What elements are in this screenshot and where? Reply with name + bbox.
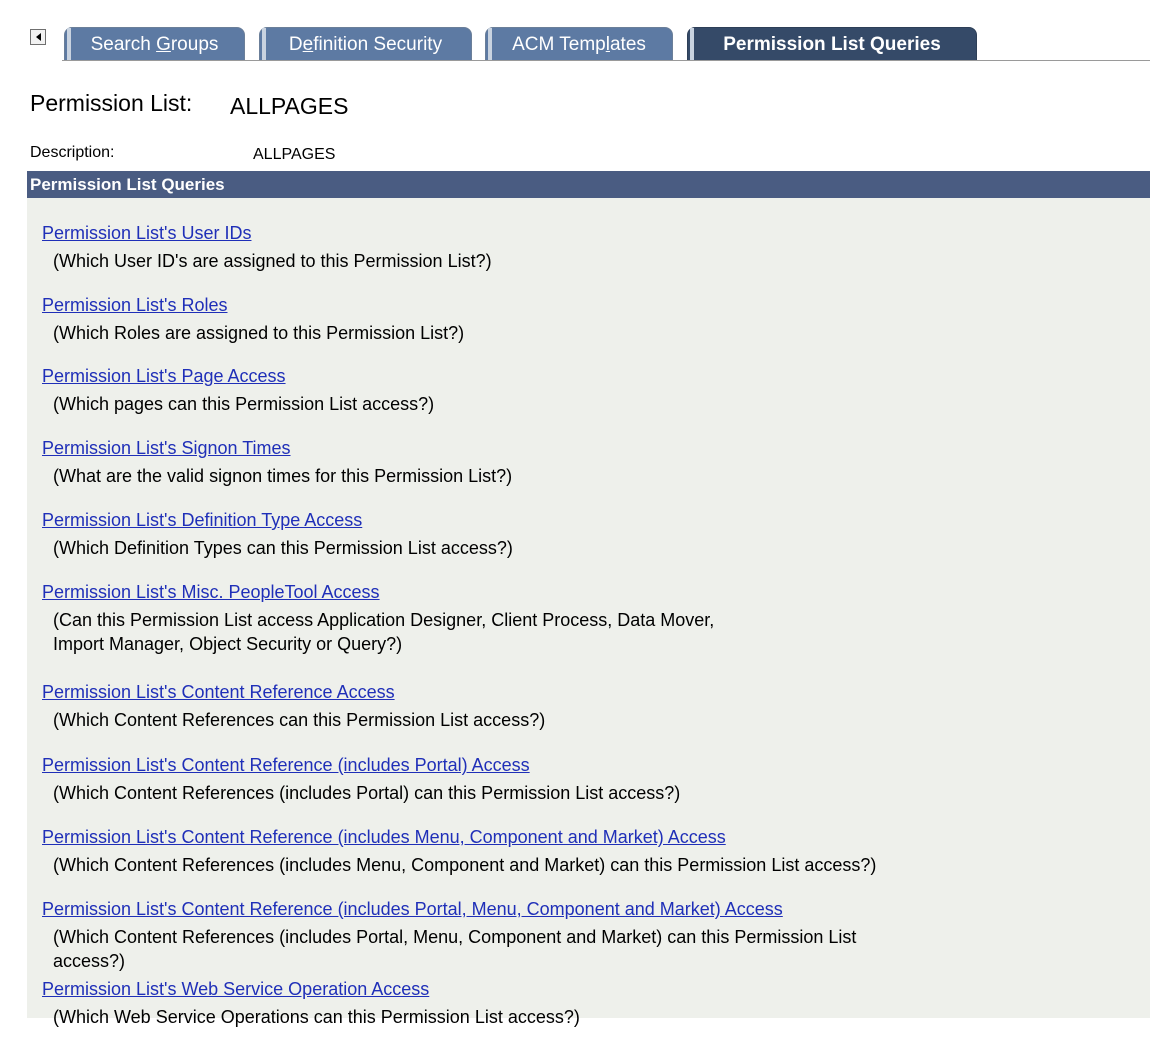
arrow-left-icon xyxy=(35,33,41,41)
query-link-user-ids[interactable]: Permission List's User IDs xyxy=(42,223,251,244)
query-description: (Which Content References can this Permi… xyxy=(53,710,546,730)
query-link-misc-peopletool-access[interactable]: Permission List's Misc. PeopleTool Acces… xyxy=(42,582,380,603)
tab-notch xyxy=(690,28,694,61)
query-link-signon-times[interactable]: Permission List's Signon Times xyxy=(42,438,291,459)
query-description: (Which Roles are assigned to this Permis… xyxy=(53,323,465,343)
query-description: (Can this Permission List access Applica… xyxy=(53,610,715,654)
tab-definition-security[interactable]: Definition Security xyxy=(259,27,472,61)
query-description: (Which pages can this Permission List ac… xyxy=(53,394,435,414)
grid-header: Permission List Queries xyxy=(27,171,1150,198)
tab-label: Search Groups xyxy=(90,33,219,55)
tab-label: Definition Security xyxy=(288,33,443,55)
query-link-web-service-operation-access[interactable]: Permission List's Web Service Operation … xyxy=(42,979,429,1000)
query-description: (Which Content References (includes Port… xyxy=(53,783,681,803)
query-link-page-access[interactable]: Permission List's Page Access xyxy=(42,366,286,387)
query-link-content-reference-access[interactable]: Permission List's Content Reference Acce… xyxy=(42,682,395,703)
tab-baseline xyxy=(62,60,1150,61)
query-description: (Which Content References (includes Port… xyxy=(53,927,857,971)
tab-label: Permission List Queries xyxy=(723,33,941,55)
query-description: (Which Web Service Operations can this P… xyxy=(53,1007,580,1027)
scroll-left-button[interactable] xyxy=(30,29,46,45)
query-description: (What are the valid signon times for thi… xyxy=(53,466,513,486)
tab-notch xyxy=(488,28,492,61)
tab-search-groups[interactable]: Search Groups xyxy=(64,27,245,61)
query-link-content-reference-portal[interactable]: Permission List's Content Reference (inc… xyxy=(42,755,530,776)
permission-list-value: ALLPAGES xyxy=(230,93,349,119)
tab-acm-templates[interactable]: ACM Templates xyxy=(485,27,673,61)
tab-permission-list-queries[interactable]: Permission List Queries xyxy=(687,27,977,61)
tab-bar: Search Groups Definition Security ACM Te… xyxy=(0,0,1150,62)
query-link-definition-type-access[interactable]: Permission List's Definition Type Access xyxy=(42,510,362,531)
tab-notch xyxy=(67,28,71,61)
query-link-content-reference-portal-menu-component-market[interactable]: Permission List's Content Reference (inc… xyxy=(42,899,783,920)
query-link-content-reference-menu-component-market[interactable]: Permission List's Content Reference (inc… xyxy=(42,827,726,848)
description-value: ALLPAGES xyxy=(253,146,336,163)
description-label: Description: xyxy=(30,144,115,161)
tab-notch xyxy=(262,28,266,61)
query-link-roles[interactable]: Permission List's Roles xyxy=(42,295,228,316)
query-description: (Which User ID's are assigned to this Pe… xyxy=(53,251,492,271)
tab-label: ACM Templates xyxy=(512,33,646,55)
query-description: (Which Content References (includes Menu… xyxy=(53,855,877,875)
query-description: (Which Definition Types can this Permiss… xyxy=(53,538,513,558)
permission-list-label: Permission List: xyxy=(30,90,193,116)
